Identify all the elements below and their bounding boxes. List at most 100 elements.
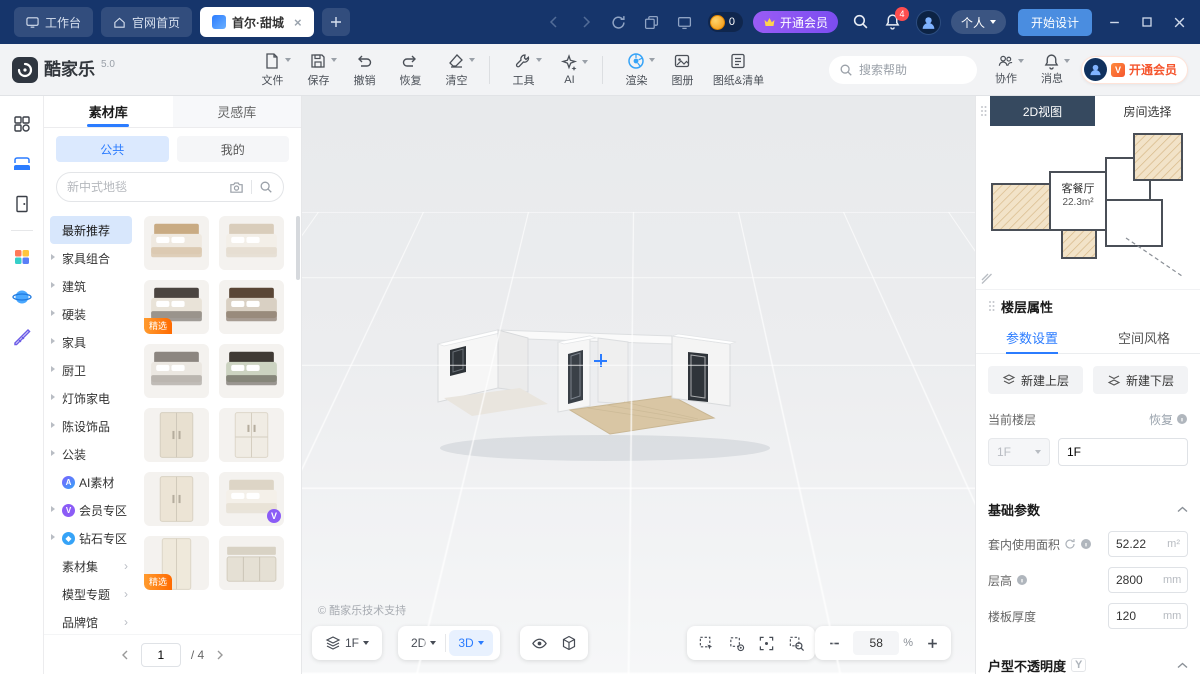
material-search-input[interactable] <box>67 180 222 194</box>
tab-project[interactable]: 首尔·甜城 × <box>200 7 314 37</box>
floorplan-minimap[interactable]: 客餐厅 22.3m² <box>976 126 1200 290</box>
prev-page-icon[interactable] <box>119 649 131 661</box>
drag-handle-icon[interactable] <box>988 300 995 312</box>
design-canvas-3d[interactable]: © 酷家乐技术支持 1F 2D 3D <box>302 96 975 674</box>
slab-value-box[interactable]: mm <box>1108 603 1188 629</box>
scrollbar[interactable] <box>296 216 300 280</box>
category-item[interactable]: 最新推荐 <box>50 216 132 244</box>
visibility-eye-icon[interactable] <box>524 626 554 660</box>
category-item[interactable]: 灯饰家电 <box>50 384 132 412</box>
forward-icon[interactable] <box>579 15 593 29</box>
slab-input[interactable] <box>1116 609 1160 623</box>
new-upper-floor-button[interactable]: 新建上层 <box>988 366 1083 394</box>
collaborate-button[interactable]: 协作 <box>989 53 1023 86</box>
category-item-topics[interactable]: 模型专题› <box>50 580 132 608</box>
back-icon[interactable] <box>547 15 561 29</box>
duplicate-icon[interactable] <box>644 15 659 30</box>
material-thumbnail-wardrobe[interactable]: 精选 <box>144 536 209 590</box>
height-value-box[interactable]: mm <box>1108 567 1188 593</box>
search-icon[interactable] <box>259 180 273 194</box>
tab-space-style[interactable]: 空间风格 <box>1088 322 1200 353</box>
category-item[interactable]: 公装 <box>50 440 132 468</box>
notifications-bell-icon[interactable]: 4 <box>884 13 902 31</box>
membership-pill[interactable]: V 开通会员 <box>1081 56 1188 84</box>
help-search-input[interactable] <box>859 63 959 77</box>
height-input[interactable] <box>1116 573 1160 587</box>
floor-layers-button[interactable]: 1F <box>316 626 378 660</box>
area-value-box[interactable]: m² <box>1108 531 1188 557</box>
floorplan-3d-model[interactable] <box>420 292 780 472</box>
material-thumbnail-bed[interactable] <box>144 216 209 270</box>
info-icon[interactable] <box>1080 538 1092 550</box>
collapse-up-icon[interactable] <box>1177 506 1188 513</box>
category-item-diamond[interactable]: ◆钻石专区 <box>50 524 132 552</box>
globe-nav-icon[interactable] <box>4 279 40 315</box>
view-2d-button[interactable]: 2D视图 <box>990 96 1095 126</box>
category-item[interactable]: 家具 <box>50 328 132 356</box>
render-button[interactable]: 渲染 <box>615 50 657 90</box>
subtab-public[interactable]: 公共 <box>56 136 169 162</box>
material-thumbnail-bed[interactable] <box>219 344 284 398</box>
messages-button[interactable]: 消息 <box>1035 53 1069 86</box>
models-nav-icon[interactable] <box>4 106 40 142</box>
transform-area-icon[interactable] <box>721 626 751 660</box>
new-lower-floor-button[interactable]: 新建下层 <box>1093 366 1188 394</box>
subtab-mine[interactable]: 我的 <box>177 136 290 162</box>
room-select-button[interactable]: 房间选择 <box>1095 96 1200 126</box>
maximize-icon[interactable] <box>1141 16 1153 28</box>
tab-homepage[interactable]: 官网首页 <box>101 7 192 37</box>
redo-button[interactable]: 恢复 <box>389 50 431 90</box>
material-thumbnail-wardrobe[interactable] <box>144 472 209 526</box>
area-input[interactable] <box>1116 537 1160 551</box>
start-design-button[interactable]: 开始设计 <box>1018 9 1092 36</box>
zoom-area-icon[interactable] <box>781 626 811 660</box>
minimize-icon[interactable] <box>1108 16 1121 29</box>
mode-2d-button[interactable]: 2D <box>402 626 445 660</box>
floor-name-input[interactable] <box>1059 439 1187 465</box>
restore-link[interactable]: 恢复 <box>1149 411 1188 428</box>
plugins-nav-icon[interactable] <box>4 239 40 275</box>
zoom-in-icon[interactable] <box>917 626 947 660</box>
new-tab-button[interactable] <box>322 8 350 36</box>
recalc-icon[interactable] <box>1064 538 1076 550</box>
next-page-icon[interactable] <box>214 649 226 661</box>
material-thumbnail-cabinet[interactable] <box>219 536 284 590</box>
category-item-brands[interactable]: 品牌馆› <box>50 608 132 634</box>
basic-params-header[interactable]: 基础参数 <box>976 492 1200 526</box>
hard-decor-nav-icon[interactable] <box>4 186 40 222</box>
page-input-box[interactable] <box>141 643 181 667</box>
info-icon[interactable] <box>1016 574 1028 586</box>
opacity-section-header[interactable]: 户型不透明度 Y <box>976 648 1200 674</box>
coin-balance[interactable]: 0 <box>708 12 743 32</box>
zoom-out-icon[interactable] <box>819 626 849 660</box>
floor-select[interactable]: 1F <box>988 438 1050 466</box>
focus-target-icon[interactable] <box>751 626 781 660</box>
tab-material-library[interactable]: 素材库 <box>44 96 173 127</box>
orbit-cube-icon[interactable] <box>554 626 584 660</box>
drawings-list-button[interactable]: 图纸&清单 <box>707 50 769 90</box>
select-area-icon[interactable] <box>691 626 721 660</box>
category-item[interactable]: 厨卫 <box>50 356 132 384</box>
category-item-collections[interactable]: 素材集› <box>50 552 132 580</box>
album-button[interactable]: 图册 <box>661 50 703 90</box>
material-thumbnail-wardrobe[interactable] <box>219 408 284 462</box>
material-thumbnail-bed[interactable]: 精选 <box>144 280 209 334</box>
file-button[interactable]: 文件 <box>251 50 293 90</box>
category-item[interactable]: 建筑 <box>50 272 132 300</box>
help-search[interactable] <box>829 56 977 84</box>
close-tab-icon[interactable]: × <box>294 15 302 30</box>
mode-3d-button[interactable]: 3D <box>449 630 492 656</box>
tab-parameters[interactable]: 参数设置 <box>976 322 1088 353</box>
category-item[interactable]: 陈设饰品 <box>50 412 132 440</box>
category-item[interactable]: 硬装 <box>50 300 132 328</box>
resize-handle-icon[interactable] <box>981 273 992 284</box>
category-item-ai[interactable]: AAI素材 <box>50 468 132 496</box>
material-thumbnail-bed[interactable]: V <box>219 472 284 526</box>
clear-button[interactable]: 清空 <box>435 50 477 90</box>
furniture-nav-icon[interactable] <box>4 146 40 182</box>
close-icon[interactable] <box>1173 16 1186 29</box>
page-input[interactable] <box>142 644 180 666</box>
search-icon[interactable] <box>852 13 870 31</box>
material-thumbnail-wardrobe[interactable] <box>144 408 209 462</box>
material-search[interactable] <box>56 172 284 202</box>
